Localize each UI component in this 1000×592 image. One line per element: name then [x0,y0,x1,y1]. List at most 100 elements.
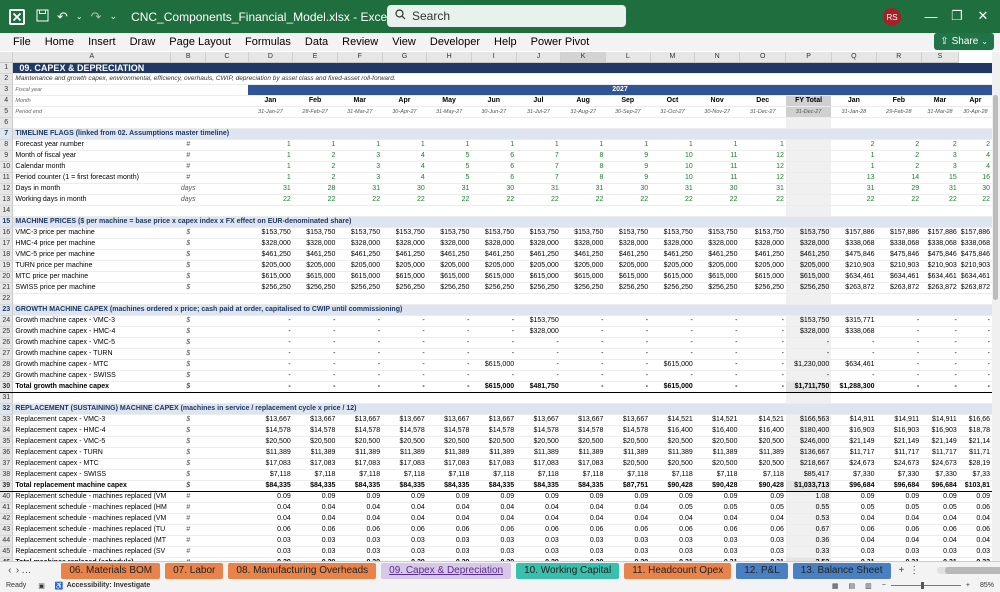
unit-label[interactable] [170,293,206,305]
value-cell[interactable]: $615,000 [382,271,427,283]
value-cell[interactable]: $180,400 [785,425,832,437]
value-cell[interactable] [337,293,383,305]
value-cell[interactable]: 0.06 [921,524,959,536]
add-sheet-icon[interactable]: + [898,565,906,576]
value-cell[interactable] [785,172,832,184]
row-header[interactable]: 20 [0,271,14,283]
value-cell[interactable] [471,293,517,305]
value-cell[interactable]: - [694,370,740,382]
value-cell[interactable]: - [739,326,786,338]
value-cell[interactable]: 2 [876,150,922,162]
row-label[interactable]: Replacement capex - VMC-3 [12,414,171,426]
month-header[interactable]: Apr [958,95,992,107]
value-cell[interactable]: $13,667 [471,414,517,426]
value-cell[interactable] [876,293,922,305]
value-cell[interactable]: 30 [958,183,992,195]
row-header[interactable]: 38 [0,469,14,481]
value-cell[interactable]: $7,118 [739,469,786,481]
unit-label[interactable]: $ [170,326,206,338]
redo-icon[interactable]: ↷ [91,9,102,25]
value-cell[interactable]: 22 [248,194,293,206]
row-header[interactable]: 36 [0,447,14,459]
column-header-F[interactable]: F [337,52,383,63]
cell[interactable] [205,469,249,481]
value-cell[interactable]: 16 [958,172,992,184]
menu-item-page-layout[interactable]: Page Layout [162,36,238,48]
value-cell[interactable]: $461,250 [382,249,427,261]
row-header[interactable]: 5 [0,106,14,118]
value-cell[interactable]: 0.03 [694,546,740,558]
value-cell[interactable]: 3 [921,150,959,162]
value-cell[interactable]: - [382,315,427,327]
value-cell[interactable]: $153,750 [694,227,740,239]
value-cell[interactable]: - [292,381,338,393]
value-cell[interactable]: $17,083 [471,458,517,470]
value-cell[interactable]: 0.03 [605,535,651,547]
value-cell[interactable]: $256,250 [516,282,561,294]
value-cell[interactable]: 0.03 [516,535,561,547]
menu-item-view[interactable]: View [385,36,423,48]
section-header[interactable]: REPLACEMENT (SUSTAINING) MACHINE CAPEX (… [12,403,992,415]
value-cell[interactable] [471,117,517,129]
value-cell[interactable]: $21,14 [958,436,992,448]
section-header[interactable]: GROWTH MACHINE CAPEX (machines ordered x… [12,304,992,316]
value-cell[interactable]: 0.03 [248,546,293,558]
value-cell[interactable]: $11,389 [650,447,695,459]
value-cell[interactable]: 0.06 [958,524,992,536]
search-box[interactable]: Search [387,5,626,27]
value-cell[interactable]: 22 [921,194,959,206]
value-cell[interactable]: $153,750 [785,227,832,239]
value-cell[interactable]: - [876,337,922,349]
value-cell[interactable] [921,205,959,217]
value-cell[interactable]: $85,417 [785,469,832,481]
value-cell[interactable]: - [560,370,606,382]
period-end-date[interactable]: 31-Mar-28 [921,106,959,118]
value-cell[interactable]: 0.09 [337,491,383,503]
value-cell[interactable]: $17,083 [292,458,338,470]
value-cell[interactable]: 0.04 [382,502,427,514]
value-cell[interactable]: 3 [337,172,383,184]
row-header[interactable]: 1 [0,62,14,74]
value-cell[interactable] [876,117,922,129]
value-cell[interactable]: - [337,348,383,360]
value-cell[interactable]: $20,500 [605,436,651,448]
value-cell[interactable]: $7,330 [831,469,877,481]
value-cell[interactable]: $17,083 [516,458,561,470]
value-cell[interactable]: $153,750 [337,227,383,239]
value-cell[interactable]: $103,81 [958,480,992,492]
value-cell[interactable]: - [471,337,517,349]
value-cell[interactable]: - [739,370,786,382]
value-cell[interactable]: 22 [831,194,877,206]
value-cell[interactable]: - [694,359,740,371]
value-cell[interactable]: $17,083 [382,458,427,470]
value-cell[interactable]: $1,033,713 [785,480,832,492]
value-cell[interactable]: 0.03 [292,535,338,547]
value-cell[interactable]: 0.09 [650,491,695,503]
value-cell[interactable]: 30 [605,183,651,195]
value-cell[interactable]: $17,083 [426,458,472,470]
value-cell[interactable]: $11,717 [831,447,877,459]
value-cell[interactable]: 22 [739,194,786,206]
value-cell[interactable]: 14 [876,172,922,184]
row-header[interactable]: 12 [0,183,14,195]
row-header[interactable]: 17 [0,238,14,250]
value-cell[interactable]: 11 [694,161,740,173]
row-label[interactable]: Period counter (1 = first forecast month… [12,172,171,184]
value-cell[interactable]: - [292,315,338,327]
value-cell[interactable]: $21,149 [876,436,922,448]
value-cell[interactable]: - [876,326,922,338]
value-cell[interactable] [739,392,786,404]
period-end-date[interactable]: 31-Jul-27 [516,106,561,118]
value-cell[interactable]: 0.03 [605,546,651,558]
value-cell[interactable]: 0.09 [831,491,877,503]
value-cell[interactable]: $20,500 [292,436,338,448]
value-cell[interactable]: 0.05 [650,502,695,514]
value-cell[interactable] [560,117,606,129]
row-header[interactable]: 2 [0,73,14,85]
value-cell[interactable]: $7,118 [292,469,338,481]
value-cell[interactable]: - [605,359,651,371]
period-end-date[interactable]: 30-Apr-28 [958,106,992,118]
value-cell[interactable]: 6 [471,161,517,173]
value-cell[interactable]: 11 [694,172,740,184]
value-cell[interactable]: 0.09 [605,491,651,503]
